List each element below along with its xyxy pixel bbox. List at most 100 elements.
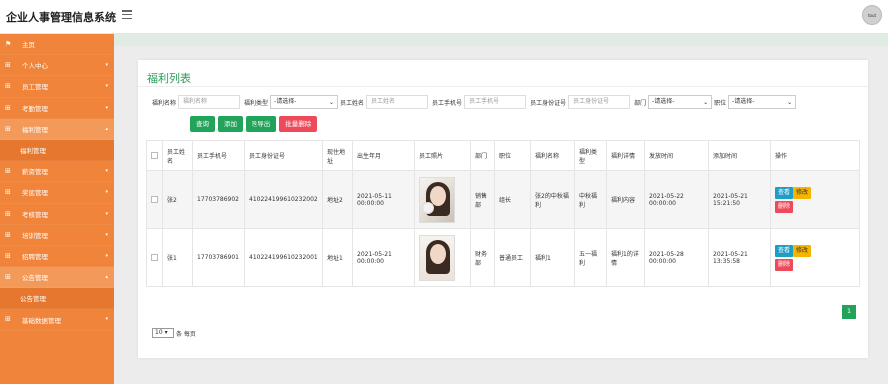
- employee-photo[interactable]: [419, 176, 455, 223]
- column-header: 现住地址: [322, 140, 353, 171]
- chevron-down-icon: ⌄: [787, 99, 793, 106]
- sidebar-subitem-notice[interactable]: 公告管理: [0, 288, 114, 310]
- employee-id-input[interactable]: 员工身份证号: [568, 95, 631, 109]
- cell-birth: 2021-05-11 00:00:00: [352, 170, 415, 229]
- edit-button[interactable]: 修改: [793, 186, 812, 199]
- cell-position: 普通员工: [494, 228, 531, 287]
- sidebar-item-welfare[interactable]: ⊞ 福利管理 ▴: [0, 118, 114, 140]
- column-header: 员工手机号: [192, 140, 245, 171]
- grid-icon: ⊞: [5, 209, 11, 218]
- grid-icon: ⊞: [5, 315, 11, 324]
- edit-button[interactable]: 修改: [793, 244, 812, 257]
- employee-phone-input[interactable]: 员工手机号: [464, 95, 527, 109]
- cell-add-time: 2021-05-21 15:21:50: [708, 170, 771, 229]
- department-label: 部门: [634, 99, 647, 107]
- chevron-down-icon: ▾: [105, 62, 108, 69]
- cell-name: 张1: [162, 228, 193, 287]
- grid-icon: ⊞: [5, 82, 11, 91]
- cell-actions: 查看 修改 删除: [770, 170, 860, 229]
- page-size-control: 10 ▾ 条 每页: [152, 328, 196, 338]
- sidebar-item-training[interactable]: ⊞ 培训管理 ▾: [0, 225, 114, 246]
- chevron-up-icon: ▴: [105, 125, 108, 132]
- delete-button[interactable]: 删除: [775, 200, 794, 213]
- welfare-name-input[interactable]: 福利名称: [178, 95, 241, 109]
- app-title: 企业人事管理信息系统: [6, 11, 116, 24]
- page-size-select[interactable]: 10 ▾: [152, 328, 174, 338]
- sidebar-subitem-welfare[interactable]: 福利管理: [0, 139, 114, 162]
- cell-welfare-name: 张2的中秋福利: [530, 170, 575, 229]
- chevron-down-icon: ▾: [105, 83, 108, 90]
- chevron-down-icon: ▾: [105, 104, 108, 111]
- search-button[interactable]: 查询: [190, 116, 215, 132]
- column-header: 职位: [494, 140, 531, 171]
- cell-phone: 17703786902: [192, 170, 245, 229]
- row-checkbox[interactable]: [151, 196, 158, 203]
- cell-welfare-name: 福利1: [530, 228, 575, 287]
- welfare-table: 员工姓名 员工手机号 员工身份证号 现住地址 出生年月 员工照片 部门 职位 福…: [146, 140, 860, 287]
- avatar[interactable]: tout: [862, 5, 882, 25]
- add-button[interactable]: 添加: [218, 116, 243, 132]
- view-button[interactable]: 查看: [775, 244, 794, 257]
- chevron-down-icon: ▾: [105, 231, 108, 238]
- chevron-up-icon: ▴: [105, 274, 108, 281]
- divider: [138, 86, 868, 87]
- column-header: 福利类型: [574, 140, 607, 171]
- cell-dept: 销售部: [470, 170, 495, 229]
- cell-actions: 查看 修改 删除: [770, 228, 860, 287]
- chevron-down-icon: ⌄: [703, 99, 709, 106]
- column-header: 出生年月: [352, 140, 415, 171]
- row-checkbox[interactable]: [151, 254, 158, 261]
- chevron-down-icon: ⌄: [329, 99, 335, 106]
- cell-issue-time: 2021-05-22 00:00:00: [644, 170, 709, 229]
- employee-id-label: 员工身份证号: [530, 99, 567, 107]
- sidebar-item-assessment[interactable]: ⊞ 考核管理 ▾: [0, 204, 114, 225]
- cell-issue-time: 2021-05-28 00:00:00: [644, 228, 709, 287]
- column-header: 福利详情: [606, 140, 645, 171]
- sidebar-item-salary[interactable]: ⊞ 薪资管理 ▾: [0, 161, 114, 183]
- content-area: 福利列表 福利名称 福利名称 福利类型 -请选择- ⌄ 员工姓名 员工姓名 员工手…: [114, 34, 888, 384]
- column-header: 福利名称: [530, 140, 575, 171]
- cell-welfare-type: 五一福利: [574, 228, 607, 287]
- cell-position: 组长: [494, 170, 531, 229]
- table-header-row: 员工姓名 员工手机号 员工身份证号 现住地址 出生年月 员工照片 部门 职位 福…: [146, 140, 860, 171]
- cell-detail: 福利1的详情: [606, 228, 645, 287]
- grid-icon: ⊞: [5, 273, 11, 282]
- table-row: 张1 17703786901 410224199610232001 地址1 20…: [146, 228, 860, 287]
- menu-toggle-icon[interactable]: [122, 10, 132, 20]
- department-select[interactable]: -请选择- ⌄: [648, 95, 713, 109]
- view-button[interactable]: 查看: [775, 186, 794, 199]
- employee-photo[interactable]: [419, 234, 455, 281]
- column-header: 员工照片: [414, 140, 471, 171]
- batch-delete-button[interactable]: 批量删除: [279, 116, 318, 132]
- cell-phone: 17703786901: [192, 228, 245, 287]
- row-checkbox-cell: [146, 170, 163, 229]
- sidebar-item-employee[interactable]: ⊞ 员工管理 ▾: [0, 76, 114, 98]
- welfare-type-label: 福利类型: [244, 99, 269, 107]
- column-header: 员工姓名: [162, 140, 193, 171]
- sidebar-item-recruit[interactable]: ⊞ 招聘管理 ▾: [0, 246, 114, 268]
- sidebar-item-home[interactable]: ⚑ 主页: [0, 34, 114, 56]
- column-header: 部门: [470, 140, 495, 171]
- delete-button[interactable]: 删除: [775, 258, 794, 271]
- sidebar-item-attendance[interactable]: ⊞ 考勤管理 ▾: [0, 98, 114, 119]
- grid-icon: ⊞: [5, 188, 11, 197]
- sidebar: ⚑ 主页 ⊞ 个人中心 ▾ ⊞ 员工管理 ▾ ⊞ 考勤管理 ▾ ⊞ 福利管理 ▴ 福利管理 ⊞ 薪资…: [0, 34, 114, 384]
- page-number-button[interactable]: 1: [842, 305, 856, 319]
- position-select[interactable]: -请选择- ⌄: [728, 95, 797, 109]
- cell-id-card: 410224199610232002: [244, 170, 323, 229]
- export-button[interactable]: ⎘导出: [246, 116, 277, 132]
- cell-detail: 福利内容: [606, 170, 645, 229]
- sidebar-item-base-data[interactable]: ⊞ 基础数据管理 ▾: [0, 309, 114, 331]
- sidebar-item-notice[interactable]: ⊞ 公告管理 ▴: [0, 267, 114, 289]
- cell-id-card: 410224199610232001: [244, 228, 323, 287]
- grid-icon: ⊞: [5, 61, 11, 70]
- chevron-down-icon: ▾: [105, 168, 108, 175]
- welfare-type-select[interactable]: -请选择- ⌄: [270, 95, 339, 109]
- employee-name-input[interactable]: 员工姓名: [366, 95, 429, 109]
- cell-photo: [414, 170, 471, 229]
- cell-photo: [414, 228, 471, 287]
- sidebar-item-reward[interactable]: ⊞ 奖惩管理 ▾: [0, 182, 114, 204]
- select-all-checkbox[interactable]: [151, 152, 158, 159]
- sidebar-item-personal-center[interactable]: ⊞ 个人中心 ▾: [0, 55, 114, 77]
- page-title: 福利列表: [147, 72, 191, 85]
